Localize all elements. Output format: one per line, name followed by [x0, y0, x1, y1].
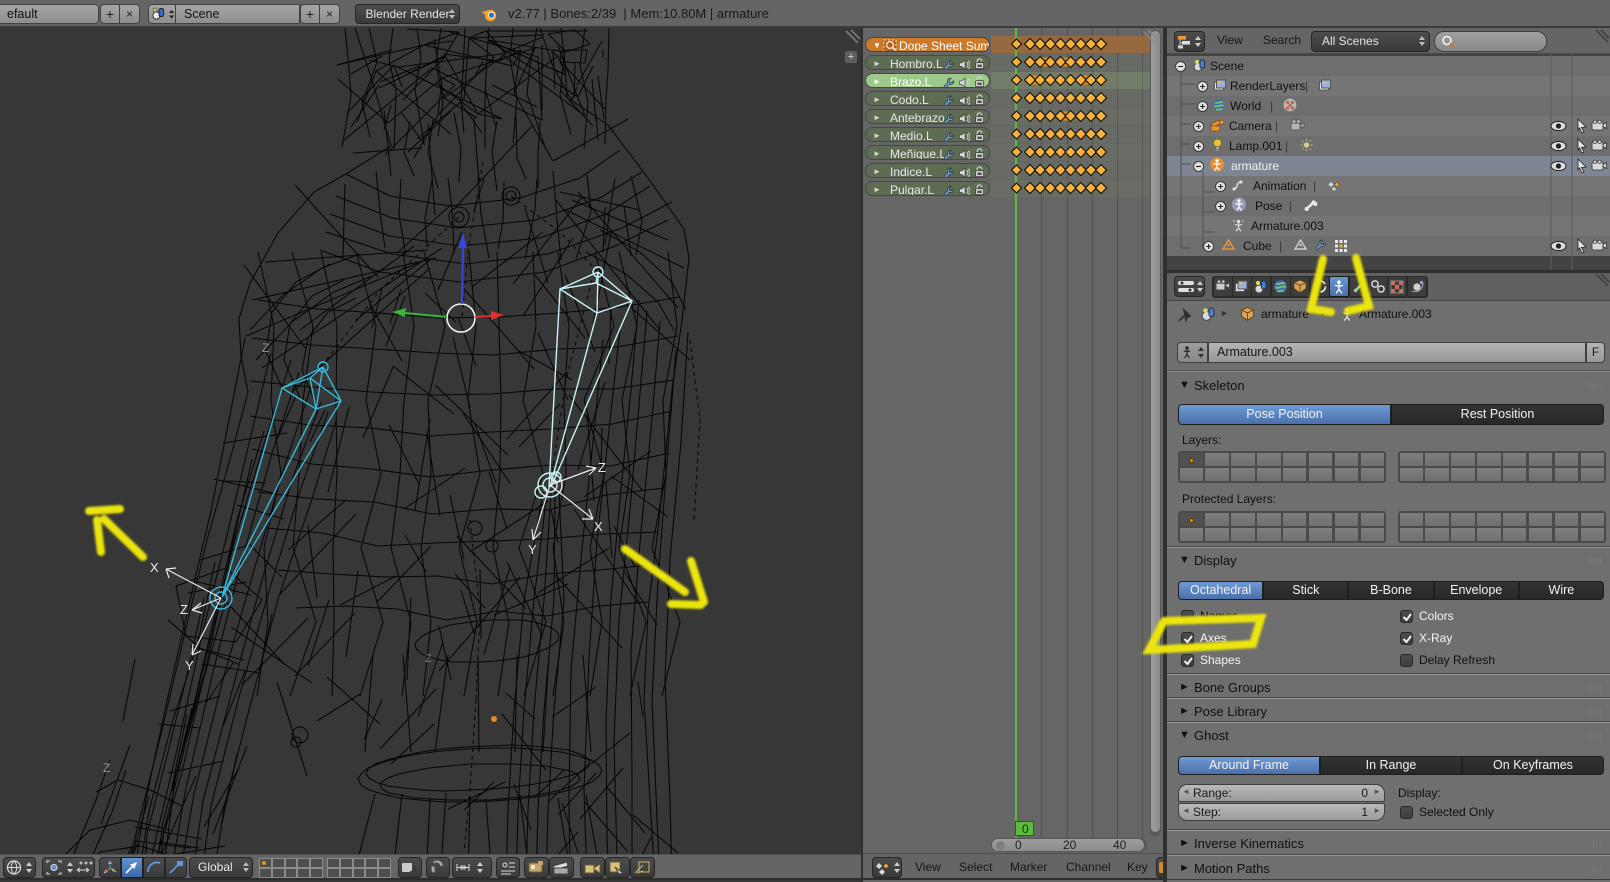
- svg-text:Z: Z: [180, 602, 188, 617]
- svg-text:X: X: [594, 519, 603, 534]
- svg-text:Z: Z: [598, 460, 606, 475]
- svg-text:Z: Z: [425, 653, 432, 665]
- svg-text:Z: Z: [103, 761, 110, 775]
- svg-text:Y: Y: [185, 658, 194, 673]
- svg-text:X: X: [150, 560, 159, 575]
- svg-text:Z: Z: [262, 341, 269, 355]
- svg-text:Y: Y: [528, 542, 537, 557]
